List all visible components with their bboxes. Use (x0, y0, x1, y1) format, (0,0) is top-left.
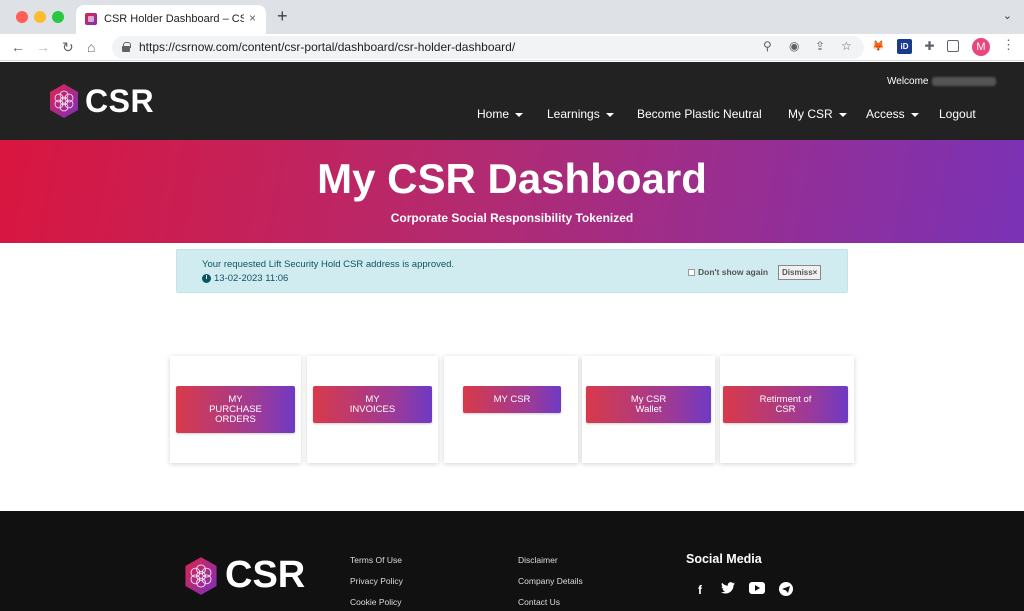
side-panel-icon[interactable] (947, 40, 959, 52)
telegram-icon[interactable] (778, 582, 794, 598)
browser-tab[interactable]: CSR Holder Dashboard – CSRnow × (76, 5, 266, 34)
id-extension-icon[interactable]: iD (897, 39, 912, 54)
clock-icon (202, 274, 211, 283)
bookmark-star-icon[interactable]: ☆ (841, 39, 852, 53)
redacted-username (931, 76, 996, 86)
footer-logo[interactable]: CSR (183, 554, 305, 597)
nav-learnings[interactable]: Learnings (547, 107, 614, 121)
tab-title: CSR Holder Dashboard – CSRnow (104, 13, 244, 25)
notice-timestamp: 13-02-2023 11:06 (202, 273, 288, 284)
metamask-extension-icon[interactable]: 🦊 (871, 39, 886, 54)
browser-toolbar: ← → ↻ ⌂ https://csrnow.com/content/csr-p… (0, 34, 1024, 61)
profile-avatar[interactable]: M (972, 38, 990, 56)
minimize-window-button[interactable] (34, 11, 46, 23)
caret-down-icon (515, 112, 524, 117)
logo-text: CSR (85, 82, 155, 119)
home-icon[interactable]: ⌂ (87, 38, 95, 56)
footer-link-disclaimer[interactable]: Disclaimer (518, 555, 558, 565)
my-csr-wallet-button[interactable]: My CSR Wallet (586, 386, 711, 423)
dismiss-button[interactable]: Dismiss× (778, 265, 822, 280)
social-media-heading: Social Media (686, 552, 762, 566)
nav-logout[interactable]: Logout (939, 107, 976, 121)
tab-list-chevron-icon[interactable]: ⌄ (1003, 9, 1012, 22)
forward-icon[interactable]: → (36, 38, 50, 56)
extensions-puzzle-icon[interactable]: ✚ (922, 39, 937, 54)
my-csr-button[interactable]: MY CSR (463, 386, 561, 413)
card-my-csr: MY CSR (444, 356, 578, 463)
footer-link-contact[interactable]: Contact Us (518, 597, 560, 607)
nav-access[interactable]: Access (866, 107, 919, 121)
card-purchase-orders: MY PURCHASE ORDERS (170, 356, 301, 463)
approval-notice: Your requested Lift Security Hold CSR ad… (176, 249, 848, 293)
back-icon[interactable]: ← (11, 38, 25, 56)
notice-message: Your requested Lift Security Hold CSR ad… (202, 259, 455, 270)
dont-show-again-checkbox[interactable]: Don't show again (688, 267, 768, 277)
csr-logo-icon (185, 556, 217, 595)
reload-icon[interactable]: ↻ (62, 38, 74, 56)
tab-close-icon[interactable]: × (249, 11, 256, 25)
footer-link-terms[interactable]: Terms Of Use (350, 555, 402, 565)
favicon-icon (85, 13, 97, 25)
card-invoices: MY INVOICES (307, 356, 438, 463)
my-invoices-button[interactable]: MY INVOICES (313, 386, 432, 423)
nav-home[interactable]: Home (477, 107, 524, 121)
footer-logo-text: CSR (225, 554, 306, 596)
card-retirement: Retirment of CSR (720, 356, 854, 463)
welcome-text: Welcome (887, 76, 996, 87)
twitter-icon[interactable] (720, 582, 736, 598)
caret-down-icon (838, 112, 847, 117)
new-tab-button[interactable]: + (277, 6, 288, 27)
csr-logo-icon (50, 84, 78, 118)
browser-menu-icon[interactable]: ⋮ (1002, 37, 1015, 53)
address-bar[interactable]: https://csrnow.com/content/csr-portal/da… (112, 36, 864, 59)
site-footer (0, 511, 1024, 611)
maximize-window-button[interactable] (52, 11, 64, 23)
url-text[interactable]: https://csrnow.com/content/csr-portal/da… (139, 40, 515, 54)
footer-link-cookie[interactable]: Cookie Policy (350, 597, 402, 607)
checkbox-icon[interactable] (688, 268, 695, 276)
eye-icon[interactable]: ◉ (789, 39, 799, 53)
zoom-icon[interactable]: ⚲ (763, 39, 772, 53)
caret-down-icon (910, 112, 919, 117)
retirement-of-csr-button[interactable]: Retirment of CSR (723, 386, 848, 423)
my-purchase-orders-button[interactable]: MY PURCHASE ORDERS (176, 386, 295, 433)
page-title: My CSR Dashboard (317, 155, 707, 202)
facebook-icon[interactable]: f (692, 582, 708, 598)
site-logo[interactable]: CSR (48, 83, 154, 119)
close-window-button[interactable] (16, 11, 28, 23)
share-icon[interactable]: ⇪ (815, 39, 825, 53)
card-csr-wallet: My CSR Wallet (582, 356, 715, 463)
footer-link-company[interactable]: Company Details (518, 576, 583, 586)
page-subtitle: Corporate Social Responsibility Tokenize… (390, 211, 634, 225)
nav-become-plastic-neutral[interactable]: Become Plastic Neutral (637, 107, 762, 121)
lock-icon[interactable] (122, 42, 131, 52)
browser-tab-bar: CSR Holder Dashboard – CSRnow × + ⌄ (0, 0, 1024, 34)
youtube-icon[interactable] (749, 582, 765, 598)
nav-my-csr[interactable]: My CSR (788, 107, 847, 121)
caret-down-icon (605, 112, 614, 117)
footer-link-privacy[interactable]: Privacy Policy (350, 576, 403, 586)
